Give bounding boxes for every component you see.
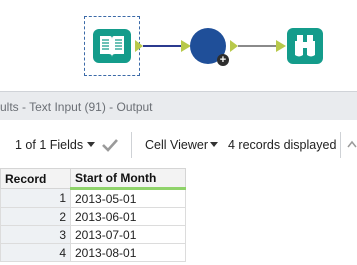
column-header-record[interactable]: Record [0,168,71,189]
results-window-header: ults - Text Input (91) - Output [0,91,357,121]
connection-line [238,45,276,47]
record-number: 4 [0,243,71,262]
results-grid: Record Start of Month 1 2013-05-01 2 201… [0,168,186,262]
binoculars-icon [295,35,315,57]
output-anchor[interactable] [230,40,238,52]
add-icon[interactable]: + [217,54,229,66]
table-cell[interactable]: 2013-08-01 [70,243,186,262]
results-window-title: ults - Text Input (91) - Output [0,100,153,114]
column-header-start-of-month[interactable]: Start of Month [70,168,186,190]
record-number: 2 [0,207,71,226]
input-anchor[interactable] [276,40,286,52]
table-row[interactable]: 1 2013-05-01 [0,188,186,208]
table-row[interactable]: 4 2013-08-01 [0,243,186,262]
book-icon [100,36,124,57]
chevron-down-icon[interactable] [87,142,95,147]
cell-viewer-button[interactable]: Cell Viewer [145,138,208,152]
toolbar-divider [131,132,132,158]
workflow-canvas[interactable]: + [0,0,357,88]
fields-selector-label[interactable]: 1 of 1 Fields [15,138,83,152]
table-cell[interactable]: 2013-07-01 [70,225,186,244]
chevron-up-icon[interactable] [346,138,357,152]
text-input-tool[interactable] [93,29,131,63]
connection-line [143,45,181,47]
chevron-down-icon[interactable] [210,142,218,147]
table-cell[interactable]: 2013-05-01 [70,188,186,208]
record-number: 1 [0,188,71,208]
records-count: 4 records displayed [228,138,337,152]
table-row[interactable]: 3 2013-07-01 [0,225,186,244]
table-cell[interactable]: 2013-06-01 [70,207,186,226]
record-number: 3 [0,225,71,244]
browse-tool[interactable] [287,28,323,64]
checkmark-icon[interactable] [101,137,119,153]
table-row[interactable]: 2 2013-06-01 [0,207,186,226]
toolbar-divider [340,132,341,158]
results-toolbar: 1 of 1 Fields Cell Viewer 4 records disp… [0,120,357,168]
